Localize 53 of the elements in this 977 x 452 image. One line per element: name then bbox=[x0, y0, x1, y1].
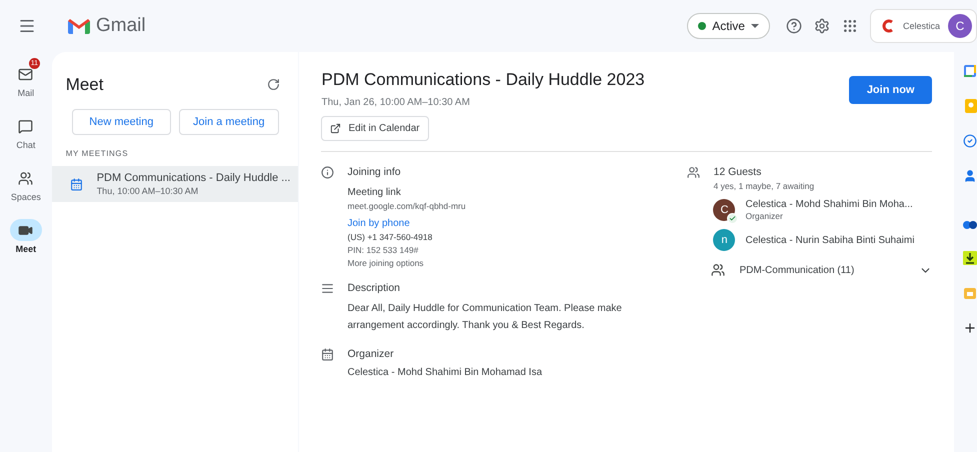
nav-item[interactable]: Spaces bbox=[10, 160, 42, 202]
account-avatar: C bbox=[948, 14, 972, 38]
meeting-item[interactable]: PDM Communications - Daily Huddle ... Thu, 10:00 AM–10:30 AM bbox=[52, 166, 298, 202]
guest-name: Celestica - Mohd Shahimi Bin Moha... bbox=[745, 199, 913, 210]
people-icon bbox=[687, 166, 700, 179]
calendar-icon bbox=[321, 348, 334, 361]
info-icon bbox=[321, 166, 334, 179]
group-name: PDM-Communication (11) bbox=[739, 264, 854, 276]
event-title: PDM Communications - Daily Huddle 2023 bbox=[321, 70, 645, 90]
tasks-app-icon[interactable] bbox=[963, 134, 977, 148]
section-heading: Organizer bbox=[347, 348, 395, 360]
guest-name: Celestica - Nurin Sabiha Binti Suhaimi bbox=[745, 234, 914, 246]
panel-title: Meet bbox=[66, 74, 104, 94]
join-button[interactable]: Join now bbox=[848, 76, 932, 104]
account-chip[interactable]: Celestica C bbox=[870, 9, 977, 43]
guests-heading: 12 Guests bbox=[713, 166, 762, 178]
menu-icon bbox=[18, 17, 36, 35]
people-icon bbox=[18, 170, 34, 186]
pin-text: PIN: 152 533 149# bbox=[347, 245, 420, 255]
calendar-app-icon[interactable] bbox=[963, 64, 977, 78]
group-icon bbox=[711, 263, 726, 277]
contacts-app-icon[interactable] bbox=[963, 169, 977, 183]
meeting-url: meet.google.com/kqf-qbhd-mru bbox=[347, 201, 466, 211]
description-text: Dear All, Daily Huddle for Communication Team. Please make arrangement accordingly. Thank you & Best Regards. bbox=[347, 302, 623, 332]
description-icon bbox=[321, 282, 334, 295]
section-label: MY MEETINGS bbox=[64, 148, 130, 160]
phone-number: (US) +1 347-560-4918 bbox=[347, 232, 434, 242]
meeting-button[interactable]: New meeting bbox=[72, 109, 172, 135]
organizer-name: Celestica - Mohd Shahimi Bin Mohamad Isa bbox=[347, 367, 542, 378]
add-icon[interactable] bbox=[963, 321, 977, 335]
event-time: Thu, Jan 26, 10:00 AM–10:30 AM bbox=[321, 97, 471, 108]
section-heading: Joining info bbox=[347, 166, 402, 178]
more-options-link[interactable]: More joining options bbox=[347, 258, 466, 268]
gmail-logo-icon bbox=[68, 18, 90, 34]
edit-button[interactable]: Edit in Calendar bbox=[321, 116, 429, 141]
nav-item[interactable]: Chat bbox=[10, 108, 42, 150]
phone-link[interactable]: Join by phone bbox=[347, 218, 466, 229]
app-name: Gmail bbox=[96, 15, 146, 37]
guest-summary: 4 yes, 1 maybe, 7 awaiting bbox=[713, 181, 814, 191]
guest-role: Organizer bbox=[745, 211, 784, 221]
guest-avatar: C bbox=[713, 199, 736, 221]
status-dropdown[interactable]: Active bbox=[687, 13, 770, 39]
external-link-icon bbox=[330, 123, 342, 134]
org-logo-icon bbox=[880, 19, 895, 33]
section-heading: Description bbox=[347, 282, 402, 294]
guest-avatar: n bbox=[713, 229, 736, 251]
meeting-button[interactable]: Join a meeting bbox=[179, 109, 278, 135]
addon-app-icon[interactable] bbox=[963, 220, 977, 230]
calendar-icon bbox=[70, 178, 83, 190]
download-app-icon[interactable] bbox=[963, 251, 977, 265]
field-label: Meeting link bbox=[347, 187, 402, 198]
mail-icon bbox=[18, 66, 34, 82]
chat-icon bbox=[18, 118, 34, 134]
